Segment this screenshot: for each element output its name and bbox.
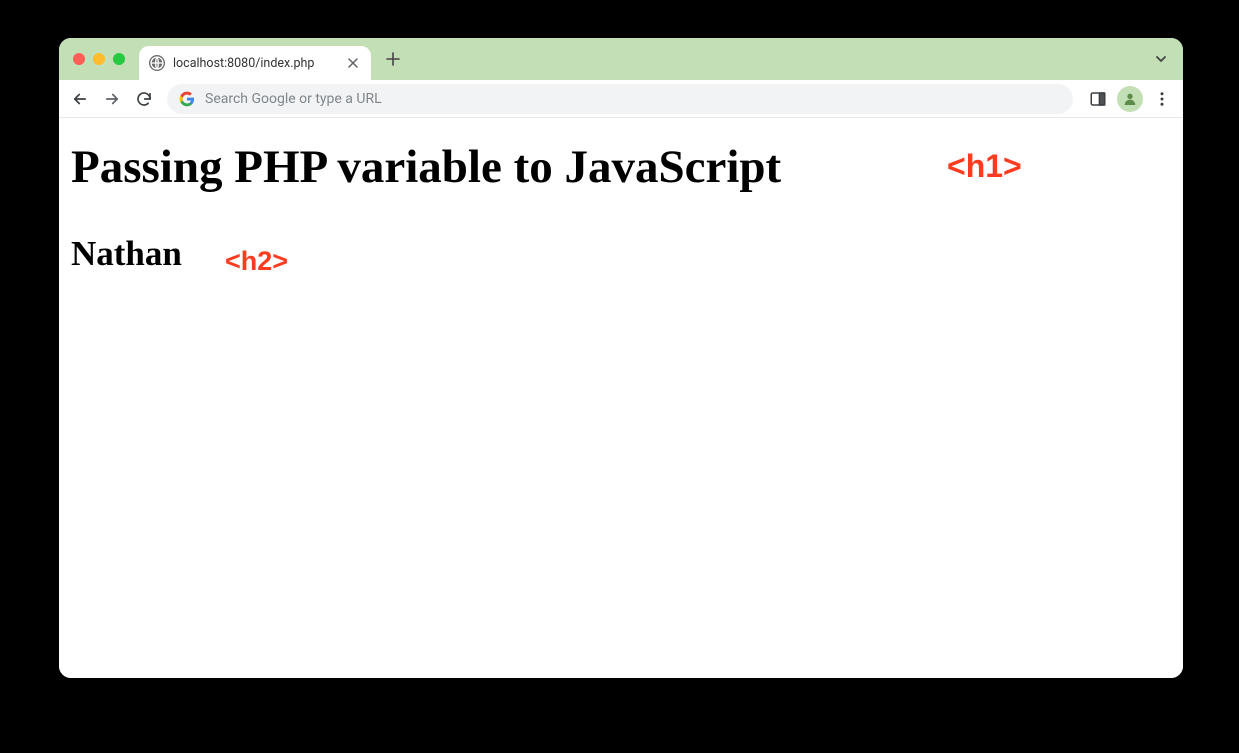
forward-button[interactable] — [97, 84, 127, 114]
tab-strip: localhost:8080/index.php — [59, 38, 1183, 80]
side-panel-button[interactable] — [1083, 84, 1113, 114]
window-maximize-button[interactable] — [113, 53, 125, 65]
window-minimize-button[interactable] — [93, 53, 105, 65]
address-bar[interactable]: Search Google or type a URL — [167, 84, 1073, 114]
menu-button[interactable] — [1147, 84, 1177, 114]
profile-button[interactable] — [1117, 86, 1143, 112]
back-button[interactable] — [65, 84, 95, 114]
google-icon — [179, 91, 195, 107]
window-controls — [73, 53, 125, 65]
browser-tab[interactable]: localhost:8080/index.php — [139, 46, 371, 80]
browser-toolbar: Search Google or type a URL — [59, 80, 1183, 118]
tab-title: localhost:8080/index.php — [173, 56, 337, 71]
page-content: Passing PHP variable to JavaScript Natha… — [59, 118, 1183, 678]
window-close-button[interactable] — [73, 53, 85, 65]
omnibox-placeholder: Search Google or type a URL — [205, 91, 382, 107]
new-tab-button[interactable] — [379, 45, 407, 73]
browser-window: localhost:8080/index.php — [59, 38, 1183, 678]
annotation-h2-tag: <h2> — [225, 246, 288, 277]
close-icon[interactable] — [345, 55, 361, 71]
annotation-h1-tag: <h1> — [947, 148, 1022, 185]
globe-icon — [149, 55, 165, 71]
tabs-dropdown-button[interactable] — [1147, 45, 1175, 73]
reload-button[interactable] — [129, 84, 159, 114]
